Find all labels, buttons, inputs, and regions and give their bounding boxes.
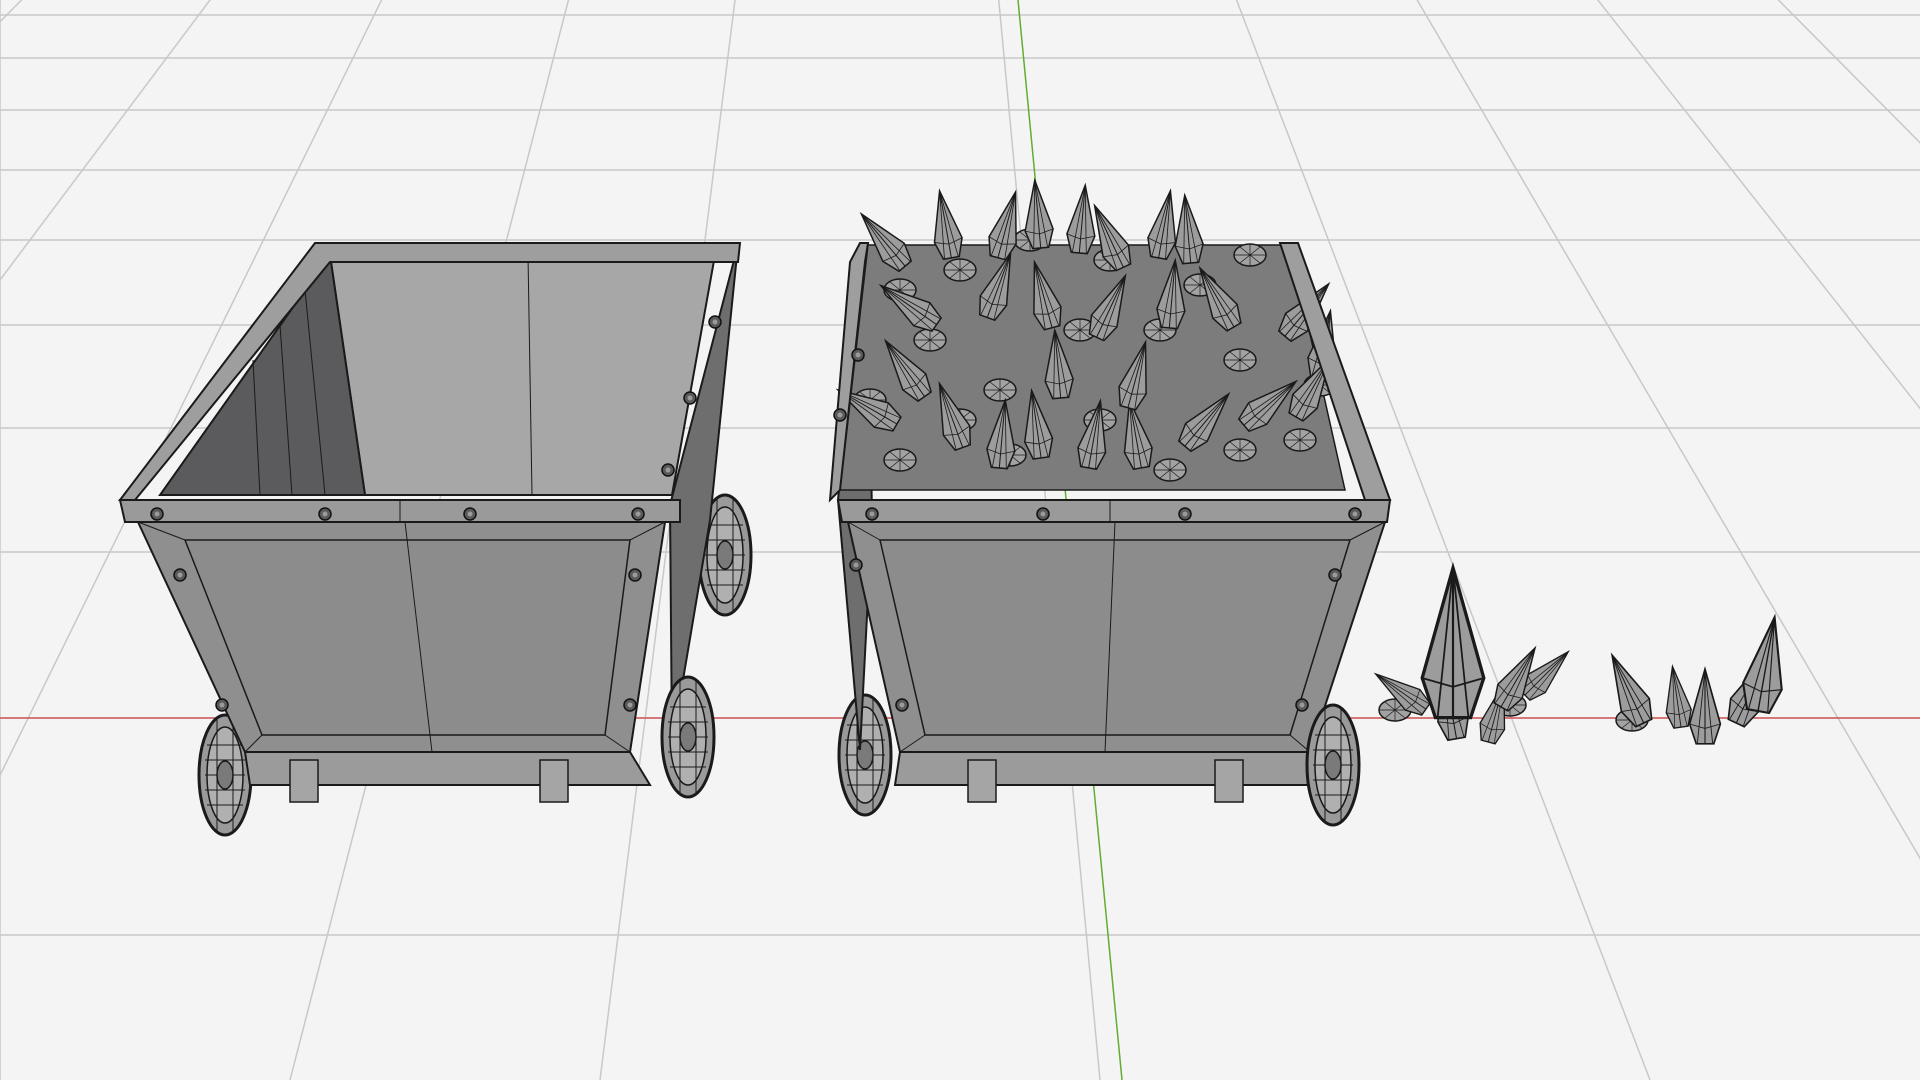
mine-cart-with-crystals[interactable] [828,178,1392,827]
viewport-canvas[interactable] [0,0,1920,1080]
mine-cart-empty[interactable] [117,242,753,837]
cart-wheel-front-left [837,693,893,817]
crystal-cluster-small[interactable] [1597,612,1795,745]
3d-viewport[interactable] [0,0,1920,1080]
cart-wheel-front-right [1305,703,1361,827]
crystal-pile [830,178,1346,491]
cart-wheel-front-right [660,675,716,799]
